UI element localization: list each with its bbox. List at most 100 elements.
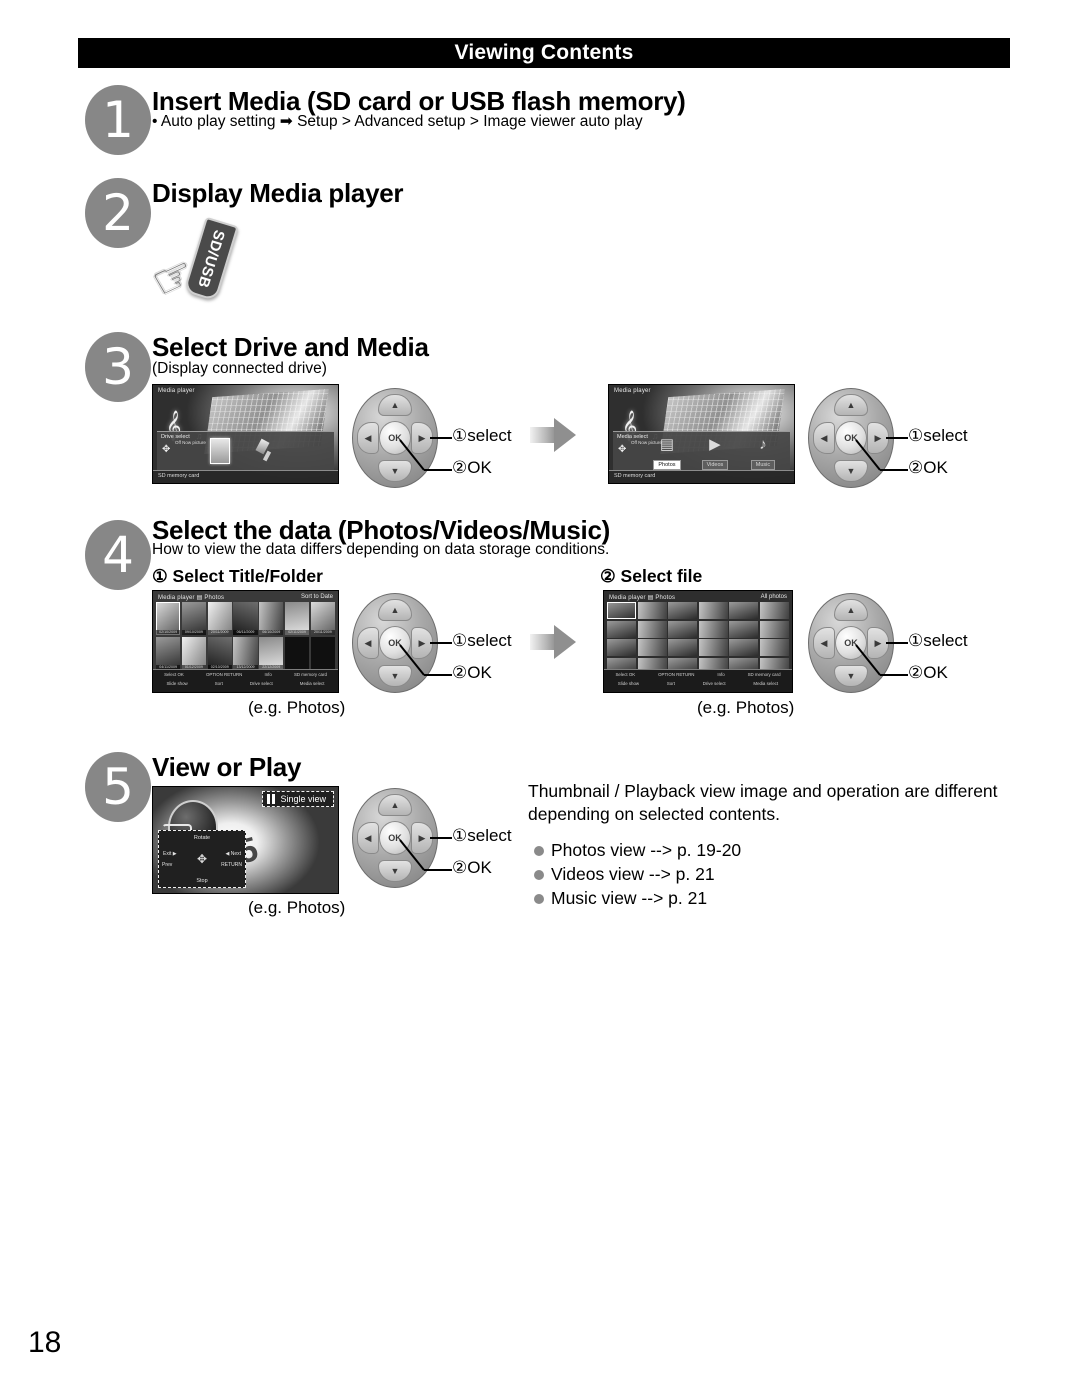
media-item-videos[interactable]: ▶ Videos (700, 436, 730, 471)
thumbnail-item[interactable]: 04/11/2009 (156, 636, 181, 670)
thumbnail-item[interactable] (759, 639, 789, 656)
guide-item: Info (717, 672, 725, 677)
videos-view-link[interactable]: Videos view --> p. 21 (551, 862, 715, 886)
thumbnail-item[interactable] (668, 620, 698, 638)
dpad-ok-button[interactable]: OK (835, 421, 867, 455)
step-3-subtitle: (Display connected drive) (152, 360, 327, 377)
tv-screen-title: Media player ▤ Photos (609, 595, 676, 601)
dpad-ok-button[interactable]: OK (835, 626, 867, 660)
dpad-ok-label: OK (844, 638, 858, 648)
page-header-title: Viewing Contents (454, 41, 634, 64)
step-number-4-label: 4 (102, 526, 134, 584)
step-4-subhead-select-file: ② Select file (600, 566, 703, 586)
dpad-right-arrow-icon: ▶ (874, 432, 882, 443)
dpad-control-1[interactable]: ▲ ▼ ◀ ▶ OK ①select ②OK (352, 388, 512, 488)
thumbnail-item[interactable] (729, 639, 759, 656)
thumbnail-item[interactable] (668, 602, 698, 619)
dpad-ok-button[interactable]: OK (379, 821, 411, 855)
osd-next-label: ◀ Next (225, 851, 241, 857)
dpad-control-5[interactable]: ▲ ▼ ◀ ▶ OK ①select ②OK (352, 788, 512, 888)
thumbnail-item[interactable]: 06/11/2009 (233, 602, 258, 635)
thumbnail-item[interactable] (698, 639, 728, 656)
dpad-ok-callout-2: ②OK (908, 458, 948, 477)
drive-options-text: Off Now picture (175, 440, 206, 445)
guide-item: Sort (666, 681, 675, 686)
thumbnail-date-label: 02/11/2009 (284, 630, 310, 635)
thumbnail-item[interactable]: 01/12/2009 (181, 636, 207, 670)
osd-exit-label: Exit ▶ (163, 851, 177, 857)
thumbnail-item[interactable] (668, 639, 698, 656)
thumbnail-item[interactable] (284, 636, 310, 670)
tv-screen-title: Media player (614, 388, 651, 394)
step-5-caption: (e.g. Photos) (248, 898, 346, 917)
osd-prev-label: Prev (162, 862, 173, 868)
thumbnail-item[interactable]: 02/10/2009 (207, 636, 232, 670)
dpad-select-callout-3: ①select (452, 631, 512, 650)
dpad-control-2[interactable]: ▲ ▼ ◀ ▶ OK ①select ②OK (808, 388, 968, 488)
dpad-left-button[interactable]: ◀ (357, 422, 379, 454)
media-item-music[interactable]: ♪ Music (748, 436, 778, 471)
thumbnail-item[interactable] (607, 620, 637, 638)
dpad-left-arrow-icon: ◀ (364, 832, 372, 843)
dpad-up-button[interactable]: ▲ (378, 794, 412, 816)
music-view-link[interactable]: Music view --> p. 21 (551, 886, 707, 910)
dpad-control-4[interactable]: ▲ ▼ ◀ ▶ OK ①select ②OK (808, 593, 968, 693)
thumbnail-item[interactable] (310, 636, 335, 670)
media-item-photos[interactable]: ▤ Photos (652, 436, 682, 471)
step-5-title: View or Play (152, 752, 302, 782)
media-bottom-strip: SD memory card (609, 470, 794, 483)
dpad-left-button[interactable]: ◀ (357, 627, 379, 659)
dpad-select-callout-5: ①select (452, 826, 512, 845)
thumbnail-item[interactable] (698, 620, 728, 638)
thumbnail-item[interactable] (759, 602, 789, 619)
thumbnail-item[interactable] (698, 602, 728, 619)
dpad-up-button[interactable]: ▲ (834, 599, 868, 621)
dpad-up-button[interactable]: ▲ (378, 599, 412, 621)
thumbnail-item[interactable] (637, 620, 667, 638)
thumbnail-item[interactable] (637, 639, 667, 656)
dpad-left-button[interactable]: ◀ (813, 627, 835, 659)
dpad-left-arrow-icon: ◀ (820, 637, 828, 648)
thumbnail-item[interactable]: 13/12/2009 (233, 636, 258, 670)
step-number-2-label: 2 (102, 184, 134, 242)
step-number-5-label: 5 (102, 758, 134, 816)
dpad-control-3[interactable]: ▲ ▼ ◀ ▶ OK ①select ②OK (352, 593, 512, 693)
osd-dpad-icon: ✥ (196, 852, 208, 866)
dpad-up-button[interactable]: ▲ (378, 394, 412, 416)
dpad-down-arrow-icon: ▼ (390, 671, 400, 681)
dpad-left-button[interactable]: ◀ (813, 422, 835, 454)
music-icon: ♪ (759, 436, 767, 453)
dpad-select-callout-4: ①select (908, 631, 968, 650)
usb-stick-icon[interactable] (256, 438, 276, 462)
thumbnail-grid-files (607, 602, 789, 675)
thumbnail-item[interactable] (759, 620, 789, 638)
dpad-up-arrow-icon: ▲ (846, 605, 856, 615)
dpad-select-callout-2: ①select (908, 426, 968, 445)
dpad-left-arrow-icon: ◀ (364, 637, 372, 648)
dpad-up-arrow-icon: ▲ (846, 400, 856, 410)
step-number-1-label: 1 (102, 91, 134, 149)
thumbnail-item[interactable]: 20/11/2009 (207, 602, 232, 635)
photos-view-link[interactable]: Photos view --> p. 19-20 (551, 838, 741, 862)
thumbnail-item[interactable]: 20/11/2009 (310, 602, 335, 635)
thumbnail-item[interactable] (637, 602, 667, 619)
thumbnail-item[interactable]: 09/10/2009 (181, 602, 207, 635)
thumbnail-item[interactable] (607, 602, 637, 619)
dpad-ok-button[interactable]: OK (379, 421, 411, 455)
step-5-view-links: Photos view --> p. 19-20 Videos view -->… (534, 838, 741, 910)
dpad-left-button[interactable]: ◀ (357, 822, 379, 854)
dpad-ok-button[interactable]: OK (379, 626, 411, 660)
sd-card-icon[interactable] (210, 438, 231, 464)
bullet-dot-icon (534, 894, 544, 904)
thumbnail-item[interactable] (607, 639, 637, 656)
thumbnail-item[interactable]: 02/11/2009 (284, 602, 310, 635)
thumbnail-item[interactable]: 02/10/2009 (156, 602, 181, 635)
dpad-up-button[interactable]: ▲ (834, 394, 868, 416)
drive-bottom-strip: SD memory card (153, 470, 338, 483)
onscreen-guide-bar: Select OK OPTION RETURN Info SD memory card… (604, 669, 792, 692)
thumbnail-item[interactable] (729, 620, 759, 638)
guide-item: SD memory card (747, 672, 781, 677)
thumbnail-item[interactable] (729, 602, 759, 619)
thumbnail-item[interactable]: 06/10/2009 (259, 602, 284, 635)
thumbnail-item[interactable]: 22/12/2009 (259, 636, 284, 670)
